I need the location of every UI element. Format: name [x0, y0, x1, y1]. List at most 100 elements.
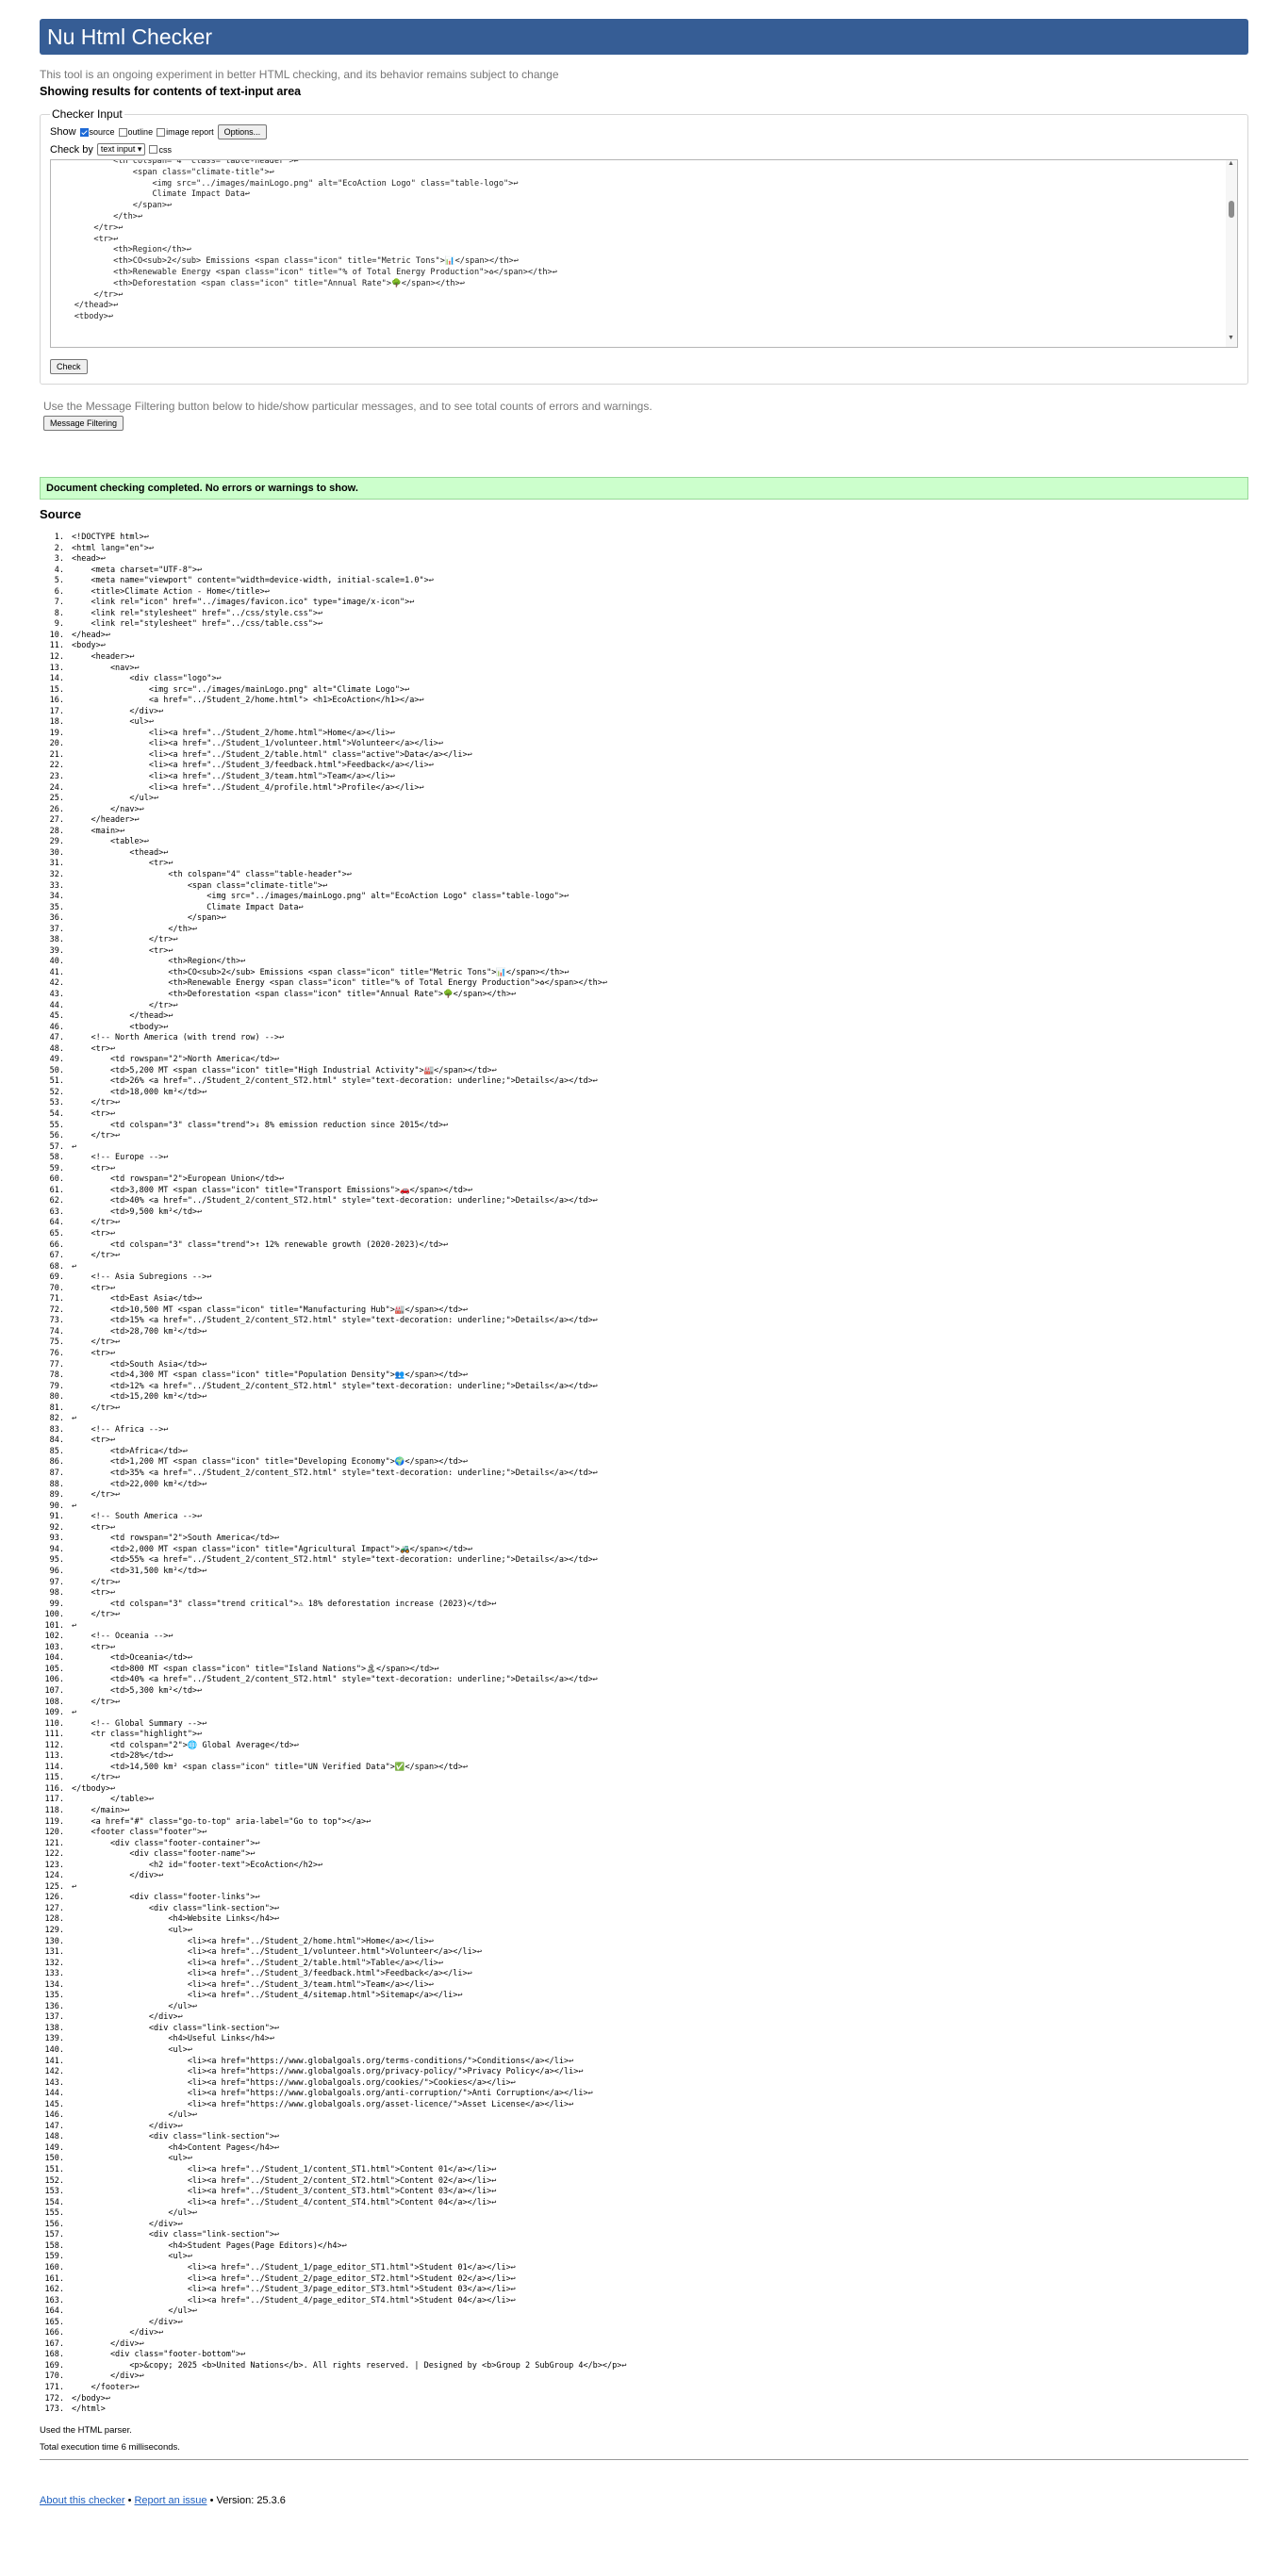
- line-number: 33.: [49, 880, 64, 891]
- check-button[interactable]: Check: [50, 359, 88, 374]
- checkby-select[interactable]: text input ▾: [96, 143, 146, 156]
- source-line: 122. <div class="footer-name">↩: [40, 1849, 1248, 1861]
- report-issue-link[interactable]: Report an issue: [134, 2495, 206, 2506]
- line-number: 21.: [49, 749, 64, 760]
- line-number: 119.: [44, 1816, 64, 1827]
- line-number: 127.: [44, 1903, 64, 1913]
- source-line: 40. <th>Region</th>↩: [40, 957, 1248, 968]
- line-code: <div class="link-section">↩: [72, 1903, 280, 1913]
- line-number: 147.: [44, 2121, 64, 2131]
- line-number: 60.: [49, 1174, 64, 1185]
- source-line: 19. <li><a href="../Student_2/home.html"…: [40, 729, 1248, 740]
- image-report-option[interactable]: image report: [157, 127, 214, 137]
- scroll-up-icon[interactable]: ▲: [1228, 160, 1234, 167]
- separator: •: [209, 2494, 214, 2506]
- source-line: 52. <td>18,000 km²</td>↩: [40, 1088, 1248, 1099]
- line-code: </html>: [72, 2404, 106, 2415]
- line-code: <h2 id="footer-text">EcoAction</h2>↩: [72, 1860, 323, 1870]
- source-line: 109. ↩: [40, 1708, 1248, 1719]
- line-code: <header>↩: [72, 652, 135, 663]
- line-number: 93.: [49, 1534, 64, 1544]
- source-line: 63. <td>9,500 km²</td>↩: [40, 1207, 1248, 1219]
- source-line: 7. <link rel="icon" href="../images/favi…: [40, 598, 1248, 609]
- line-number: 158.: [44, 2240, 64, 2251]
- source-line: 50. <td>5,200 MT <span class="icon" titl…: [40, 1066, 1248, 1077]
- line-code: </body>↩: [72, 2393, 110, 2404]
- line-number: 116.: [44, 1783, 64, 1794]
- line-code: <footer class="footer">↩: [72, 1828, 207, 1838]
- line-number: 59.: [49, 1163, 64, 1173]
- source-line: 165. </div>↩: [40, 2318, 1248, 2329]
- line-code: <td>15,200 km²</td>↩: [72, 1392, 207, 1403]
- textarea-scrollbar[interactable]: ▲ ▼: [1226, 160, 1237, 347]
- line-number: 136.: [44, 2001, 64, 2011]
- line-code: <td>9,500 km²</td>↩: [72, 1206, 203, 1217]
- image-report-checkbox[interactable]: [157, 127, 166, 137]
- source-textarea[interactable]: <th colspan="4" class="table-header">↩ <…: [50, 159, 1238, 348]
- line-code: <a href="../Student_2/home.html"> <h1>Ec…: [72, 696, 424, 706]
- page-title: Nu Html Checker: [40, 19, 1248, 55]
- line-number: 63.: [49, 1206, 64, 1217]
- source-checkbox[interactable]: [79, 127, 89, 137]
- options-button[interactable]: Options...: [217, 124, 268, 139]
- source-line: 11. <body>↩: [40, 641, 1248, 652]
- scroll-down-icon[interactable]: ▼: [1228, 335, 1234, 341]
- line-code: <th>CO<sub>2</sub> Emissions <span class…: [72, 967, 570, 977]
- line-code: <p>&copy; 2025 <b>United Nations</b>. Al…: [72, 2360, 627, 2371]
- line-code: <head>↩: [72, 554, 106, 565]
- line-number: 47.: [49, 1033, 64, 1043]
- source-line: 39. <tr>↩: [40, 946, 1248, 958]
- line-number: 102.: [44, 1632, 64, 1642]
- line-code: <td>26% <a href="../Student_2/content_ST…: [72, 1076, 598, 1087]
- outline-checkbox[interactable]: [118, 127, 127, 137]
- line-number: 165.: [44, 2317, 64, 2327]
- line-number: 148.: [44, 2132, 64, 2142]
- source-line: 12. <header>↩: [40, 652, 1248, 664]
- css-option[interactable]: css: [149, 145, 172, 155]
- line-code: <!-- North America (with trend row) -->↩: [72, 1033, 285, 1043]
- line-number: 99.: [49, 1599, 64, 1609]
- about-link[interactable]: About this checker: [40, 2495, 125, 2506]
- line-code: <thead>↩: [72, 847, 169, 858]
- source-line: 143. <li><a href="https://www.globalgoal…: [40, 2078, 1248, 2090]
- line-number: 137.: [44, 2012, 64, 2023]
- source-line: 114. <td>14,500 km² <span class="icon" t…: [40, 1763, 1248, 1774]
- line-code: <tr>↩: [72, 1163, 116, 1173]
- outline-option[interactable]: outline: [118, 127, 153, 137]
- message-filtering-button[interactable]: Message Filtering: [43, 416, 124, 431]
- line-number: 70.: [49, 1283, 64, 1293]
- line-code: <tr>↩: [72, 1229, 116, 1239]
- scroll-thumb[interactable]: [1229, 201, 1234, 218]
- line-code: <!-- Europe -->↩: [72, 1153, 169, 1163]
- line-code: </div>↩: [72, 706, 164, 716]
- line-number: 108.: [44, 1697, 64, 1707]
- source-line: 82. ↩: [40, 1414, 1248, 1425]
- source-option[interactable]: source: [79, 127, 115, 137]
- css-checkbox[interactable]: [149, 145, 158, 154]
